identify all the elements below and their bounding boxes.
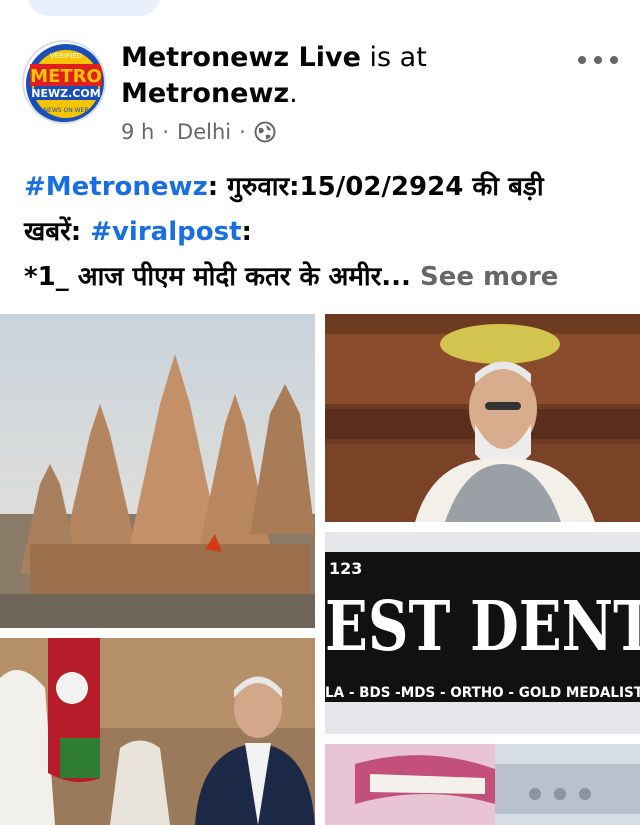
more-options-icon[interactable]: [578, 44, 618, 76]
previous-card-edge: [28, 0, 160, 16]
meta-separator: ·: [162, 120, 170, 144]
logo-top-text: VERIFIED: [50, 52, 82, 60]
logo-sub-text: NEWZ.COM: [31, 87, 100, 100]
location-name[interactable]: Metronewz: [121, 78, 289, 109]
logo-main-text: METRO: [30, 66, 102, 87]
post-line2-text: खबरें:: [24, 217, 91, 247]
author-name[interactable]: Metronewz Live: [121, 42, 361, 73]
meta-separator-2: ·: [239, 120, 246, 144]
location-suffix: .: [289, 78, 298, 109]
metronewz-logo: VERIFIED METRO NEWZ.COM NEWS ON WEB: [26, 44, 104, 122]
post-line1-text: : गुरुवार:15/02/2924 की बड़ी: [207, 172, 544, 202]
photo-teeth[interactable]: [325, 744, 640, 825]
photo-parliament[interactable]: [325, 314, 640, 522]
sign-number: 123: [329, 559, 362, 578]
post-place[interactable]: Delhi: [177, 120, 231, 144]
post-text: #Metronewz: गुरुवार:15/02/2924 की बड़ी ख…: [24, 165, 624, 300]
logo-bottom-text: NEWS ON WEB: [44, 107, 89, 114]
post-line2-suffix: :: [241, 217, 252, 247]
photo-ceremony[interactable]: [0, 638, 315, 825]
hashtag-viralpost[interactable]: #viralpost: [90, 217, 241, 247]
photo-dental-sign[interactable]: 123 EST DENT LA - BDS -MDS - ORTHO - GOL…: [325, 532, 640, 734]
photo-temple[interactable]: [0, 314, 315, 628]
post-line3-text: *1_ आज पीएम मोदी कतर के अमीर...: [24, 262, 411, 292]
see-more-link[interactable]: See more: [411, 262, 558, 292]
sign-main-text: EST DENT: [325, 587, 640, 667]
connector-text: is at: [360, 42, 427, 73]
post-time[interactable]: 9 h: [121, 120, 154, 144]
hashtag-metronewz[interactable]: #Metronewz: [24, 172, 208, 202]
globe-icon: [254, 121, 276, 143]
sign-sub-text: LA - BDS -MDS - ORTHO - GOLD MEDALIST: [325, 685, 640, 701]
page-avatar[interactable]: VERIFIED METRO NEWZ.COM NEWS ON WEB: [22, 40, 106, 124]
post-meta: 9 h · Delhi ·: [121, 120, 276, 144]
post-header-title: Metronewz Live is at Metronewz.: [121, 40, 561, 112]
